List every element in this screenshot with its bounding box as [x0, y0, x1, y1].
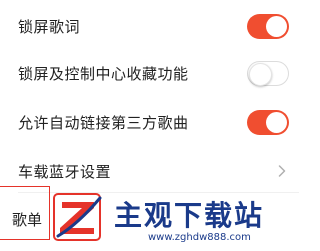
setting-row-car-bluetooth[interactable]: 车载蓝牙设置 — [0, 151, 299, 191]
toggle-knob — [266, 15, 287, 37]
setting-label: 允许自动链接第三方歌曲 — [18, 113, 189, 132]
watermark-url: www.zghdw888.com — [148, 232, 251, 243]
setting-row-third-party-link[interactable]: 允许自动链接第三方歌曲 — [0, 102, 299, 142]
setting-label: 歌单 — [12, 211, 43, 229]
setting-row-playlist-partial[interactable]: 歌单 — [0, 186, 50, 240]
toggle-knob — [249, 62, 272, 86]
chevron-right-icon — [275, 164, 289, 178]
third-party-link-toggle[interactable] — [247, 109, 289, 135]
setting-row-control-center-favorite[interactable]: 锁屏及控制中心收藏功能 — [0, 53, 299, 93]
lockscreen-lyrics-toggle[interactable] — [247, 13, 289, 39]
setting-label: 锁屏及控制中心收藏功能 — [18, 64, 189, 83]
watermark-logo-icon — [53, 193, 102, 241]
settings-screen: 锁屏歌词 锁屏及控制中心收藏功能 允许自动链接第三方歌曲 车载蓝牙设置 歌单 主… — [0, 0, 299, 251]
setting-row-lockscreen-lyrics[interactable]: 锁屏歌词 — [0, 6, 299, 46]
control-center-favorite-toggle[interactable] — [247, 60, 289, 86]
setting-label: 锁屏歌词 — [18, 17, 81, 36]
watermark-title: 主观下载站 — [114, 199, 265, 232]
setting-label: 车载蓝牙设置 — [18, 162, 112, 181]
toggle-knob — [266, 111, 287, 133]
